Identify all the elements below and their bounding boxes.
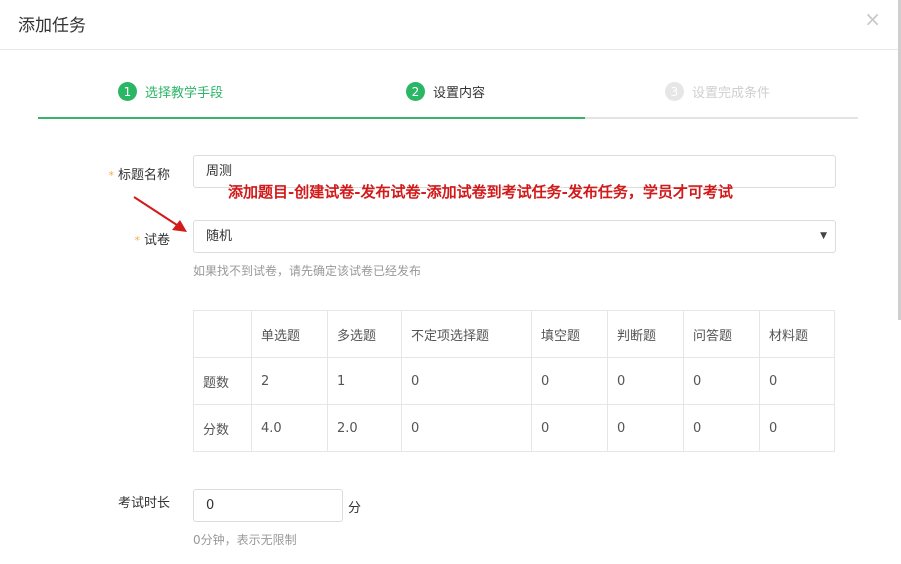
paper-select-value: 随机	[206, 229, 233, 244]
question-stats-table: 单选题 多选题 不定项选择题 填空题 判断题 问答题 材料题 题数 2 1 0 …	[193, 310, 835, 452]
table-header-cell: 多选题	[327, 310, 402, 358]
step-track-progress	[38, 117, 585, 119]
title-label-text: 标题名称	[117, 168, 170, 183]
table-header-cell	[193, 310, 252, 358]
paper-select[interactable]: 随机 ▼	[193, 220, 836, 253]
duration-input[interactable]: 0	[193, 489, 343, 522]
table-cell: 2	[251, 357, 328, 405]
table-header-row: 单选题 多选题 不定项选择题 填空题 判断题 问答题 材料题	[193, 310, 835, 358]
step-completion-conditions[interactable]: 3 设置完成条件	[665, 82, 770, 101]
step-select-method[interactable]: 1 选择教学手段	[118, 82, 223, 101]
table-cell: 0	[531, 357, 608, 405]
duration-label: 考试时长	[117, 496, 170, 511]
table-cell: 0	[683, 404, 760, 452]
table-cell: 1	[327, 357, 402, 405]
table-cell: 题数	[193, 357, 252, 405]
table-cell: 0	[759, 357, 835, 405]
step-number-3: 3	[665, 82, 684, 101]
paper-hint: 如果找不到试卷，请先确定该试卷已经发布	[193, 264, 422, 278]
step-label-3: 设置完成条件	[692, 86, 771, 101]
table-cell: 分数	[193, 404, 252, 452]
table-cell: 0	[401, 404, 532, 452]
table-header-cell: 不定项选择题	[401, 310, 532, 358]
table-cell: 0	[759, 404, 835, 452]
duration-hint: 0分钟，表示无限制	[193, 533, 297, 547]
table-cell: 4.0	[251, 404, 328, 452]
table-row: 题数 2 1 0 0 0 0 0	[193, 357, 835, 405]
table-header-cell: 判断题	[607, 310, 684, 358]
table-cell: 0	[401, 357, 532, 405]
table-cell: 2.0	[327, 404, 402, 452]
required-mark: *	[134, 234, 140, 247]
step-indicator: 1 选择教学手段 2 设置内容 3 设置完成条件	[38, 76, 858, 120]
chevron-down-icon: ▼	[820, 231, 827, 241]
table-header-cell: 问答题	[683, 310, 760, 358]
table-row: 分数 4.0 2.0 0 0 0 0 0	[193, 404, 835, 452]
modal-title: 添加任务	[18, 16, 86, 36]
table-header-cell: 单选题	[251, 310, 328, 358]
title-label: * 标题名称	[100, 164, 170, 183]
step-label-1: 选择教学手段	[145, 86, 224, 101]
step-set-content[interactable]: 2 设置内容	[406, 82, 485, 101]
modal-header: 添加任务 ×	[0, 0, 901, 50]
table-header-cell: 材料题	[759, 310, 835, 358]
table-cell: 0	[531, 404, 608, 452]
table-header-cell: 填空题	[531, 310, 608, 358]
step-label-2: 设置内容	[433, 86, 486, 101]
required-mark: *	[108, 169, 114, 182]
table-cell: 0	[683, 357, 760, 405]
table-cell: 0	[607, 357, 684, 405]
annotation-text: 添加题目-创建试卷-发布试卷-添加试卷到考试任务-发布任务，学员才可考试	[228, 183, 733, 201]
step-number-1: 1	[118, 82, 137, 101]
table-cell: 0	[607, 404, 684, 452]
paper-label-text: 试卷	[143, 233, 170, 248]
step-number-2: 2	[406, 82, 425, 101]
paper-label: * 试卷	[128, 229, 170, 248]
close-icon[interactable]: ×	[864, 9, 881, 29]
duration-unit: 分	[348, 501, 362, 516]
